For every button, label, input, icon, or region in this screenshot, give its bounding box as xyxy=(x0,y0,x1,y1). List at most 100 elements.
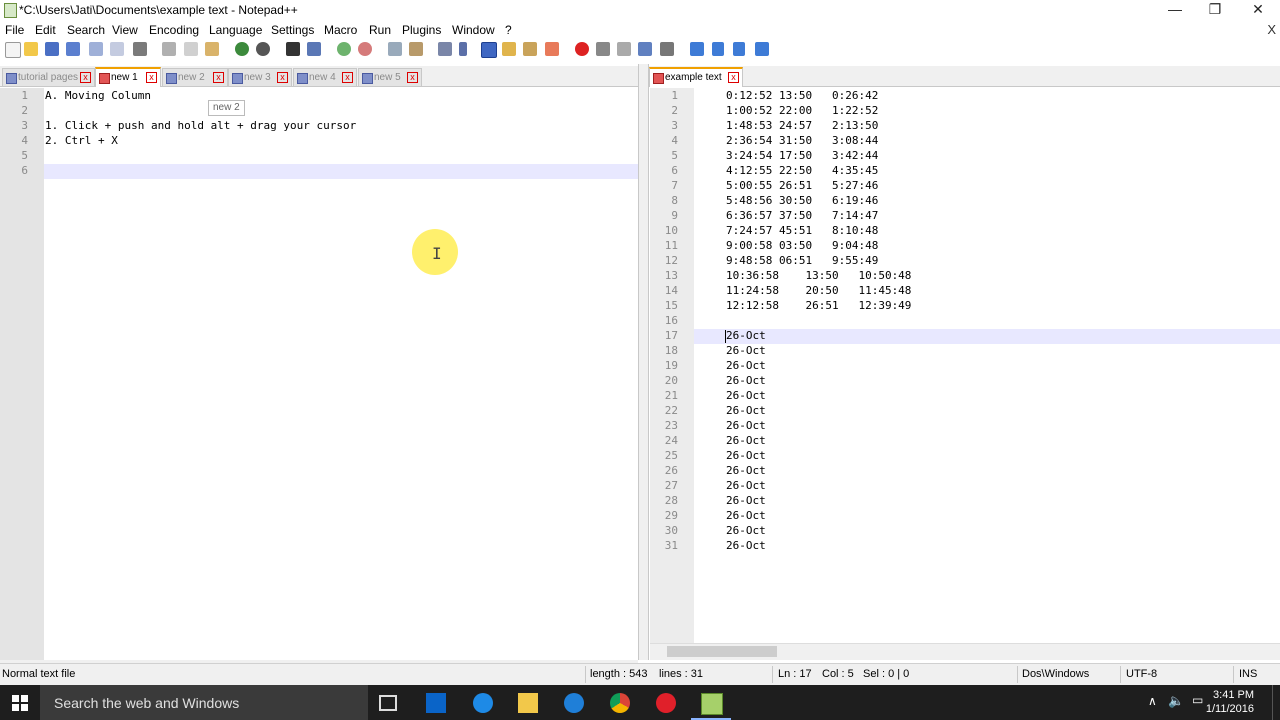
close-all-icon[interactable] xyxy=(110,42,124,56)
tab-close-icon[interactable]: x xyxy=(407,72,418,83)
tab-new-2[interactable]: new 2 x xyxy=(162,68,228,86)
language-define-icon[interactable] xyxy=(502,42,516,56)
menu-encoding[interactable]: Encoding xyxy=(149,23,199,37)
menu-language[interactable]: Language xyxy=(209,23,262,37)
tab-example-text[interactable]: example text x xyxy=(649,67,743,87)
close-file-icon[interactable] xyxy=(89,42,103,56)
new-file-icon[interactable] xyxy=(5,42,21,58)
paste-icon[interactable] xyxy=(205,42,219,56)
windows-start-icon[interactable] xyxy=(12,695,28,711)
macro-record-icon[interactable] xyxy=(575,42,589,56)
indent-guide-icon[interactable] xyxy=(481,42,497,58)
code-line[interactable]: 6:36:57 37:50 7:14:47 xyxy=(726,209,878,222)
tab-tutorial-pages[interactable]: tutorial pages x xyxy=(2,68,95,86)
tab-new-3[interactable]: new 3 x xyxy=(228,68,292,86)
show-all-characters-icon[interactable] xyxy=(459,42,467,56)
menu-window[interactable]: Window xyxy=(452,23,495,37)
edge-browser-icon[interactable] xyxy=(473,693,493,713)
zoom-in-icon[interactable] xyxy=(337,42,351,56)
code-line[interactable]: 26-Oct xyxy=(726,359,766,372)
outlook-icon[interactable] xyxy=(426,693,446,713)
move-down-icon[interactable] xyxy=(733,42,745,56)
replace-icon[interactable] xyxy=(307,42,321,56)
horizontal-scrollbar[interactable] xyxy=(650,643,1280,660)
copy-icon[interactable] xyxy=(184,42,198,56)
menu-plugins[interactable]: Plugins xyxy=(402,23,441,37)
code-line[interactable]: A. Moving Column xyxy=(45,89,151,102)
code-line[interactable]: 26-Oct xyxy=(726,539,766,552)
code-line[interactable]: 26-Oct xyxy=(726,389,766,402)
menu-run[interactable]: Run xyxy=(369,23,391,37)
tab-new-1[interactable]: new 1 x xyxy=(95,67,161,87)
menu-macro[interactable]: Macro xyxy=(324,23,357,37)
menu-file[interactable]: File xyxy=(5,23,24,37)
macro-run-multiple-icon[interactable] xyxy=(638,42,652,56)
open-file-icon[interactable] xyxy=(24,42,38,56)
tab-close-icon[interactable]: x xyxy=(80,72,91,83)
redo-icon[interactable] xyxy=(256,42,270,56)
code-line[interactable]: 0:12:52 13:50 0:26:42 xyxy=(726,89,878,102)
code-line[interactable]: 2. Ctrl + X xyxy=(45,134,118,147)
skype-icon[interactable] xyxy=(564,693,584,713)
code-line[interactable]: 26-Oct xyxy=(726,509,766,522)
chrome-icon[interactable] xyxy=(610,693,630,713)
word-wrap-icon[interactable] xyxy=(438,42,452,56)
macro-stop-icon[interactable] xyxy=(596,42,610,56)
macro-save-icon[interactable] xyxy=(660,42,674,56)
file-explorer-icon[interactable] xyxy=(518,693,538,713)
code-line[interactable]: 11:24:58 20:50 11:45:48 xyxy=(726,284,911,297)
menu-settings[interactable]: Settings xyxy=(271,23,314,37)
taskbar-search-box[interactable]: Search the web and Windows xyxy=(40,685,368,720)
menu-help[interactable]: ? xyxy=(505,23,512,37)
show-hidden-icons-icon[interactable]: ∧ xyxy=(1148,694,1157,708)
code-line[interactable]: 1:00:52 22:00 1:22:52 xyxy=(726,104,878,117)
menu-search[interactable]: Search xyxy=(67,23,105,37)
close-button[interactable]: ✕ xyxy=(1238,0,1278,20)
code-line[interactable]: 10:36:58 13:50 10:50:48 xyxy=(726,269,911,282)
scrollbar-thumb[interactable] xyxy=(667,646,777,657)
restore-button[interactable]: ❐ xyxy=(1195,0,1235,20)
print-icon[interactable] xyxy=(133,42,147,56)
view-splitter[interactable] xyxy=(638,64,649,660)
code-line[interactable]: 26-Oct xyxy=(726,464,766,477)
minimize-button[interactable]: — xyxy=(1155,0,1195,20)
code-line[interactable]: 9:48:58 06:51 9:55:49 xyxy=(726,254,878,267)
code-line[interactable]: 1:48:53 24:57 2:13:50 xyxy=(726,119,878,132)
code-line[interactable]: 26-Oct xyxy=(726,524,766,537)
notepad-plus-plus-taskbar-icon[interactable] xyxy=(701,693,723,715)
code-line[interactable]: 26-Oct xyxy=(726,449,766,462)
volume-icon[interactable]: 🔈 xyxy=(1168,693,1184,709)
code-line[interactable]: 4:12:55 22:50 4:35:45 xyxy=(726,164,878,177)
task-view-icon[interactable] xyxy=(379,695,397,711)
sync-vertical-icon[interactable] xyxy=(388,42,402,56)
zoom-out-icon[interactable] xyxy=(358,42,372,56)
code-line[interactable]: 7:24:57 45:51 8:10:48 xyxy=(726,224,878,237)
close-document-icon[interactable]: X xyxy=(1267,22,1276,37)
right-editor[interactable]: 1 0:12:52 13:50 0:26:42 2 1:00:52 22:00 1:2… xyxy=(650,88,1280,643)
save-icon[interactable] xyxy=(45,42,59,56)
code-line[interactable]: 3:24:54 17:50 3:42:44 xyxy=(726,149,878,162)
code-line[interactable]: 5:00:55 26:51 5:27:46 xyxy=(726,179,878,192)
collapse-icon[interactable] xyxy=(690,42,704,56)
tab-new-5[interactable]: new 5 x xyxy=(358,68,422,86)
code-line[interactable]: 9:00:58 03:50 9:04:48 xyxy=(726,239,878,252)
menu-edit[interactable]: Edit xyxy=(35,23,56,37)
code-line[interactable]: 26-Oct xyxy=(726,374,766,387)
show-desktop-button[interactable] xyxy=(1272,685,1280,720)
function-list-icon[interactable] xyxy=(545,42,559,56)
macro-play-icon[interactable] xyxy=(617,42,631,56)
tab-close-icon[interactable]: x xyxy=(728,72,739,83)
code-line[interactable]: 2:36:54 31:50 3:08:44 xyxy=(726,134,878,147)
tab-close-icon[interactable]: x xyxy=(277,72,288,83)
undo-icon[interactable] xyxy=(235,42,249,56)
taskbar-clock[interactable]: 3:41 PM 1/11/2016 xyxy=(1206,688,1254,716)
code-line[interactable]: 26-Oct xyxy=(726,344,766,357)
tab-new-4[interactable]: new 4 x xyxy=(293,68,357,86)
code-line[interactable]: 26-Oct xyxy=(726,404,766,417)
menu-view[interactable]: View xyxy=(112,23,138,37)
save-all-icon[interactable] xyxy=(66,42,80,56)
sync-horizontal-icon[interactable] xyxy=(409,42,423,56)
code-line[interactable]: 1. Click + push and hold alt + drag your… xyxy=(45,119,356,132)
tab-close-icon[interactable]: x xyxy=(146,72,157,83)
expand-icon[interactable] xyxy=(755,42,769,56)
